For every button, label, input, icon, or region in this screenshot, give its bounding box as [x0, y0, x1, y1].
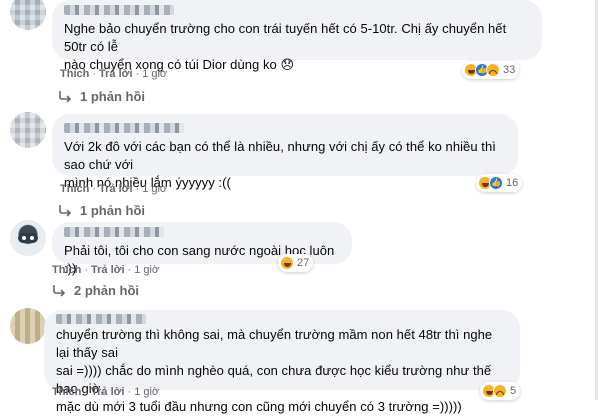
view-replies-link[interactable]: 1 phản hồi	[58, 89, 145, 104]
comment-time[interactable]: 1 giờ	[134, 386, 159, 398]
like-link[interactable]: Thích	[60, 68, 89, 80]
comment-actions: Thích · Trả lời · 1 giờ	[52, 386, 160, 398]
reaction-count: 27	[297, 257, 310, 269]
reply-link[interactable]: Trả lời	[91, 264, 125, 276]
comment-text: Nghe bảo chuyển trường cho con trái tuyế…	[64, 21, 507, 72]
comment-time[interactable]: 1 giờ	[142, 183, 167, 195]
comment-actions: Thích · Trả lời · 1 giờ	[52, 264, 160, 276]
comment-bubble: Với 2k đô với các bạn có thể là nhiều, n…	[52, 114, 518, 190]
reply-arrow-icon	[59, 204, 72, 217]
sad-icon	[493, 384, 507, 398]
reply-arrow-icon	[59, 90, 72, 103]
reply-link[interactable]: Trả lời	[99, 183, 133, 195]
reaction-summary[interactable]: 👍 16	[476, 174, 523, 192]
commenter-name-blurred[interactable]	[56, 314, 146, 324]
like-link[interactable]: Thích	[52, 386, 81, 398]
replies-count-label: 1 phản hồi	[80, 89, 145, 104]
comment-actions: Thích · Trả lời · 1 giờ	[60, 183, 168, 195]
reaction-count: 16	[506, 177, 519, 189]
like-link[interactable]: Thích	[60, 183, 89, 195]
replies-count-label: 1 phản hồi	[80, 203, 145, 218]
commenter-avatar[interactable]	[10, 112, 46, 148]
reaction-count: 5	[510, 385, 517, 397]
like-link[interactable]: Thích	[52, 264, 81, 276]
commenter-avatar[interactable]	[10, 220, 46, 256]
commenter-avatar[interactable]	[10, 308, 46, 344]
reaction-summary[interactable]: 27	[278, 254, 314, 272]
scrollbar[interactable]	[595, 0, 598, 400]
comment-actions: Thích · Trả lời · 1 giờ	[60, 68, 168, 80]
reply-link[interactable]: Trả lời	[91, 386, 125, 398]
sad-icon	[486, 63, 500, 77]
reaction-count: 33	[503, 64, 516, 76]
replies-count-label: 2 phản hồi	[74, 283, 139, 298]
comment-bubble: chuyển trường thì không sai, mà chuyển t…	[44, 310, 520, 414]
comment-bubble: Nghe bảo chuyển trường cho con trái tuyế…	[52, 0, 542, 72]
haha-icon	[280, 256, 294, 270]
commenter-name-blurred[interactable]	[64, 227, 164, 237]
commenter-name-blurred[interactable]	[64, 123, 184, 133]
reply-link[interactable]: Trả lời	[99, 68, 133, 80]
comment-time[interactable]: 1 giờ	[134, 264, 159, 276]
reaction-summary[interactable]: 5	[480, 382, 521, 400]
like-icon: 👍	[489, 176, 503, 190]
reaction-summary[interactable]: 👍 33	[462, 61, 520, 79]
comment-time[interactable]: 1 giờ	[142, 68, 167, 80]
reply-arrow-icon	[53, 284, 66, 297]
view-replies-link[interactable]: 2 phản hồi	[52, 283, 139, 298]
view-replies-link[interactable]: 1 phản hồi	[58, 203, 145, 218]
commenter-name-blurred[interactable]	[64, 5, 174, 15]
comment-text: chuyển trường thì không sai, mà chuyển t…	[56, 327, 493, 414]
commenter-avatar[interactable]	[10, 0, 46, 30]
